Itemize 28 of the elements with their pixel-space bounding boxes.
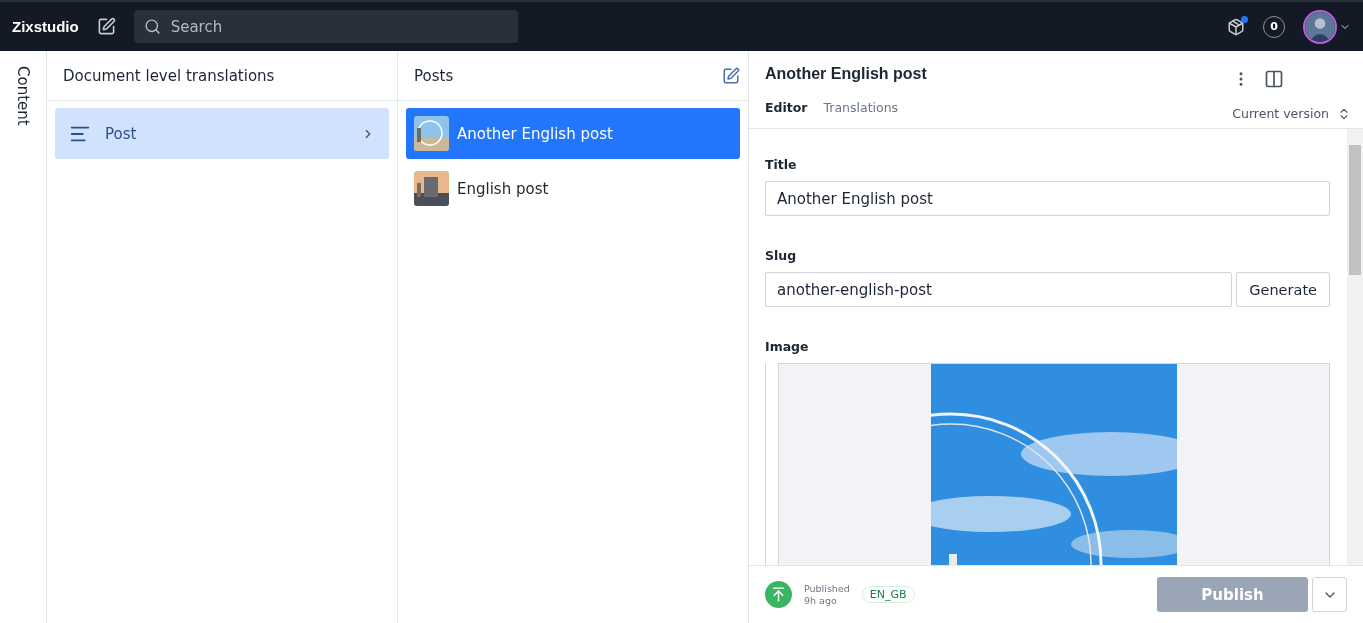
version-select[interactable]: Current version	[1232, 106, 1351, 121]
post-item[interactable]: Another English post	[406, 108, 740, 159]
pane-title: Posts	[414, 66, 454, 85]
compose-icon[interactable]	[722, 66, 740, 85]
search-icon	[143, 18, 161, 35]
published-icon	[765, 581, 792, 608]
scrollbar[interactable]	[1347, 129, 1363, 565]
package-icon[interactable]	[1227, 17, 1245, 36]
tab[interactable]: Translations	[823, 100, 899, 115]
search-field[interactable]: Search	[133, 10, 518, 43]
field-label: Slug	[765, 248, 798, 263]
app-name: Zixstudio	[12, 18, 79, 35]
generate-button[interactable]: Generate	[1236, 272, 1330, 307]
input-field[interactable]: another-english-post	[765, 272, 1233, 307]
input-field[interactable]: Another English post	[765, 181, 1330, 216]
list-item[interactable]: Post	[55, 108, 389, 159]
document-title: Another English post	[765, 65, 928, 84]
status-time: 9h ago	[804, 594, 838, 606]
field-label: Image	[765, 339, 810, 354]
tab[interactable]: Editor	[765, 100, 808, 115]
search-input[interactable]: Search	[168, 16, 508, 37]
account-menu[interactable]	[1303, 9, 1351, 44]
content-tab[interactable]: Content	[14, 66, 32, 126]
compose-icon[interactable]	[96, 17, 116, 36]
field-label: Title	[765, 157, 798, 172]
post-item[interactable]: English post	[406, 163, 740, 214]
pane-title: Document level translations	[63, 66, 275, 85]
status-label: Published	[804, 583, 850, 595]
